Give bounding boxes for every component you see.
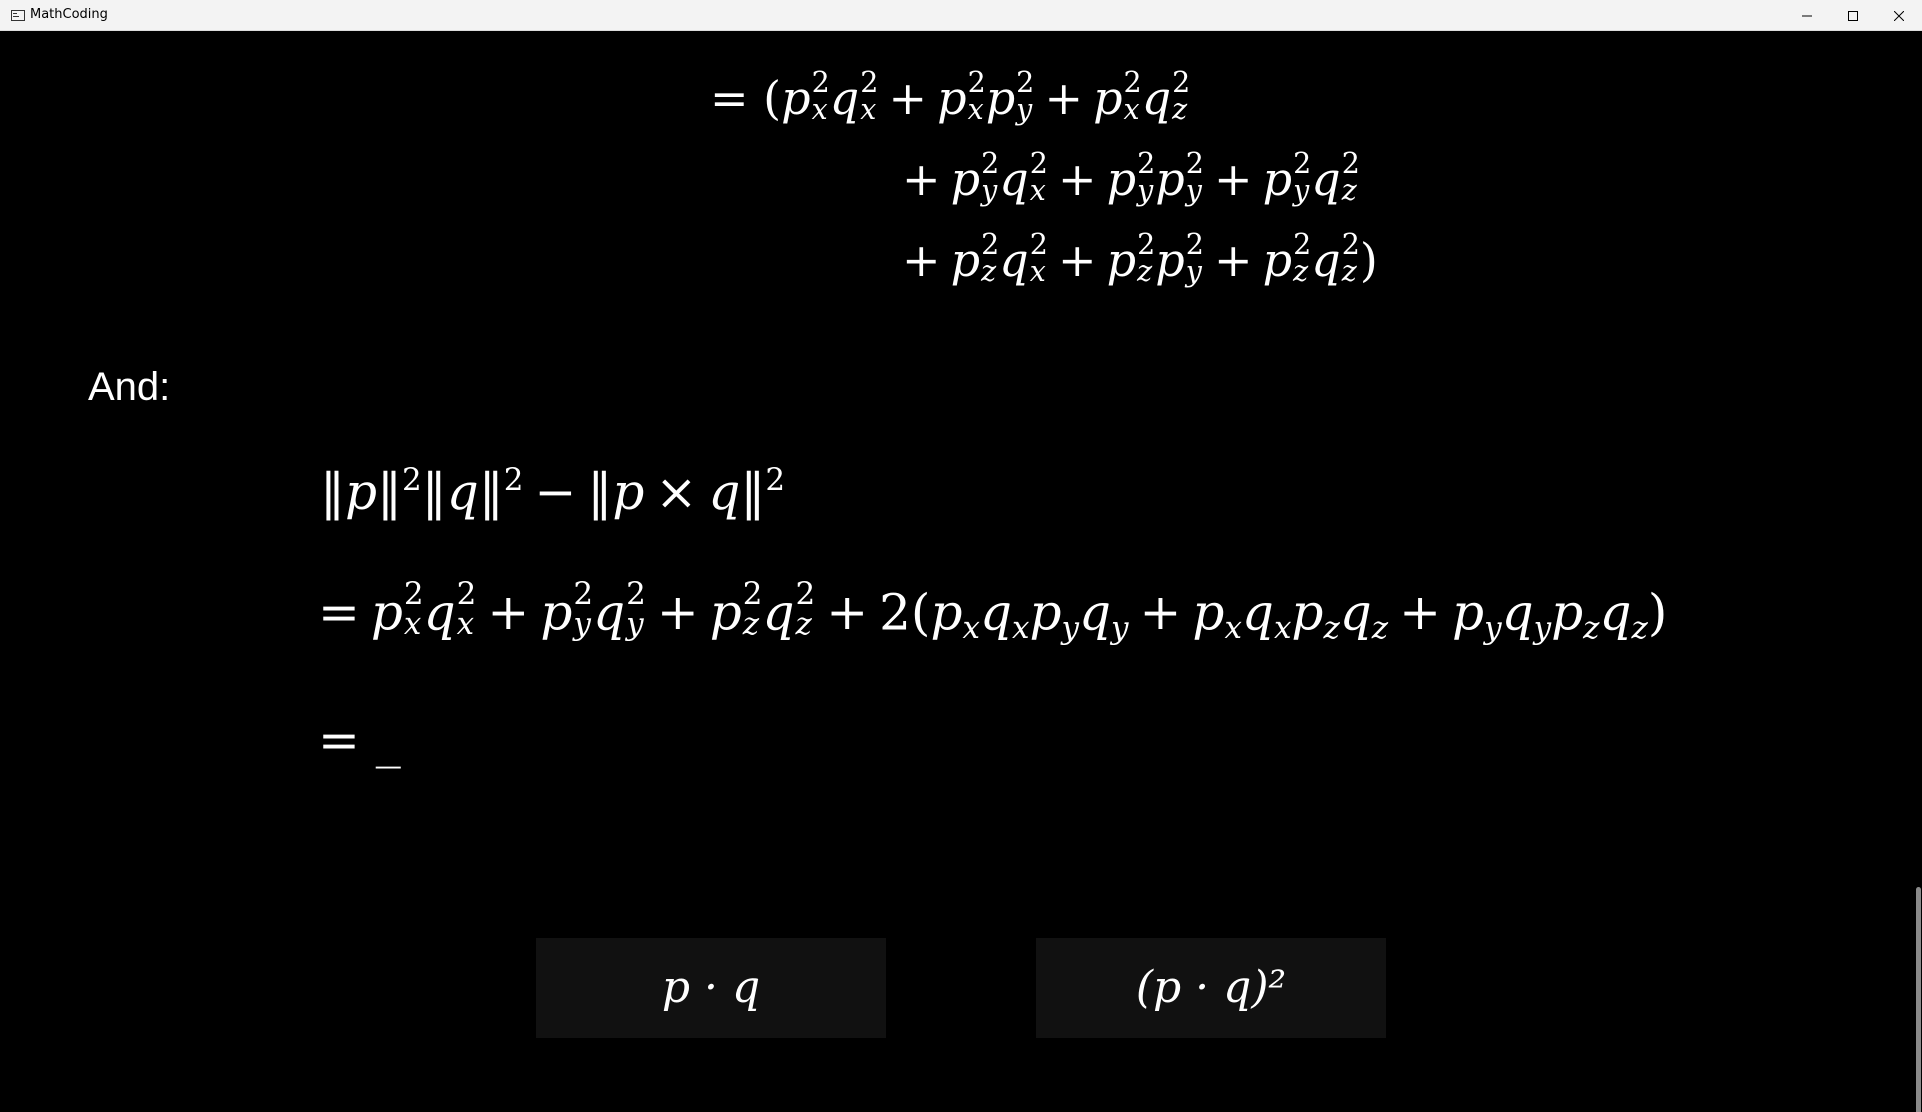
expanded-expression: = p 2 x q 2 x + p 2 y q 2 y + p 2 z q 2 z +2(pxqxpyqy + pxqxpzq…: [318, 576, 1668, 647]
choice-button-dot-product[interactable]: p · q: [536, 938, 886, 1038]
maximize-button[interactable]: [1830, 0, 1876, 31]
vertical-scrollbar[interactable]: [1914, 62, 1922, 1112]
and-label: And:: [88, 365, 171, 409]
close-icon: [1894, 10, 1904, 21]
minimize-button[interactable]: [1784, 0, 1830, 31]
choice-button-dot-product-squared[interactable]: (p · q)²: [1036, 938, 1386, 1038]
expansion-line-3: + p 2 z q 2 x + p 2 z p 2 y + p 2 z q 2 z): [902, 227, 1378, 288]
expansion-line-2: + p 2 y q 2 x + p 2 y p 2 y + p 2 y q 2 z: [902, 146, 1360, 207]
maximize-icon: [1848, 10, 1858, 21]
minimize-icon: [1802, 15, 1812, 16]
expansion-open: = (: [710, 71, 782, 126]
lhs-expression: ‖p‖2‖q‖2− ‖p × q‖2: [320, 461, 786, 521]
scroll-thumb[interactable]: [1916, 887, 1921, 1112]
expansion-close: ): [1359, 233, 1378, 288]
window-title: MathCoding: [30, 7, 108, 22]
content-area: = (p 2 x q 2 x + p 2 x p 2 y + p 2 x q 2 z + p 2 y q 2 x + p 2 y p 2 y + p…: [0, 31, 1922, 1112]
choice-label-2: (p · q)²: [1135, 962, 1287, 1013]
close-button[interactable]: [1876, 0, 1922, 31]
result-prompt: = _: [318, 711, 401, 769]
choice-label-1: p · q: [661, 962, 761, 1013]
app-icon: [11, 10, 25, 21]
expansion-line-1: = (p 2 x q 2 x + p 2 x p 2 y + p 2 x q 2 z: [710, 65, 1191, 126]
title-bar: MathCoding: [0, 0, 1922, 31]
